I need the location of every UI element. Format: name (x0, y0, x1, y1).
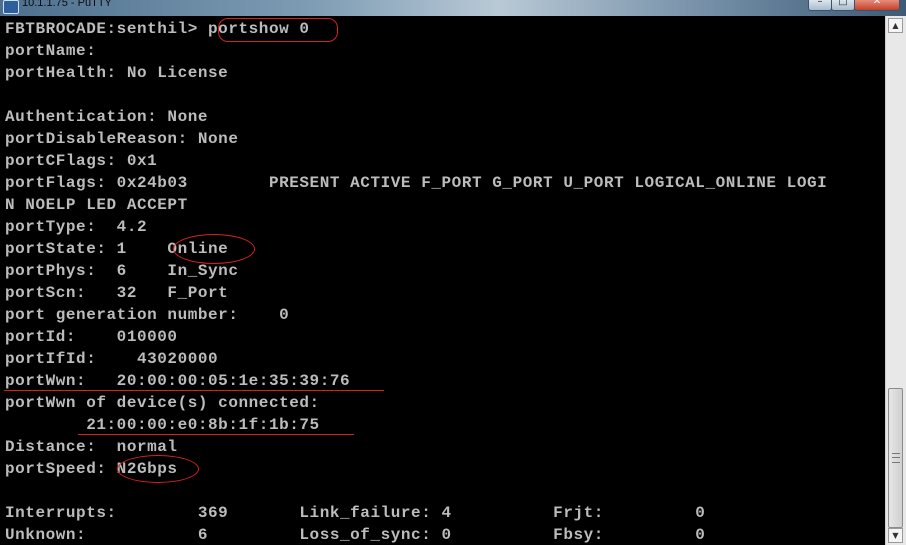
terminal-line: portFlags: 0x24b03 PRESENT ACTIVE F_PORT… (5, 174, 828, 192)
port-wwn-underline (4, 390, 384, 391)
minimize-icon: – (817, 0, 823, 7)
terminal-line: portDisableReason: None (5, 130, 239, 148)
terminal-line: portIfId: 43020000 (5, 350, 219, 368)
command-highlight-box (218, 18, 338, 42)
port-speed-highlight (117, 455, 199, 483)
terminal-line: N NOELP LED ACCEPT (5, 196, 188, 214)
scroll-up-arrow-icon[interactable]: ▲ (888, 18, 903, 33)
maximize-button[interactable]: □ (831, 0, 855, 11)
putty-icon[interactable] (3, 0, 19, 14)
terminal-line: portScn: 32 F_Port (5, 284, 229, 302)
window-title: 10.1.1.75 - PuTTY (22, 0, 112, 9)
terminal-line: portHealth: No License (5, 64, 229, 82)
scrollbar-thumb[interactable] (888, 388, 903, 528)
terminal-line: port generation number: 0 (5, 306, 290, 324)
window-titlebar[interactable]: 10.1.1.75 - PuTTY – □ ✕ (0, 0, 906, 16)
terminal-line: 21:00:00:e0:8b:1f:1b:75 (5, 416, 320, 434)
minimize-button[interactable]: – (808, 0, 832, 11)
online-state-highlight (173, 234, 255, 264)
scrollbar-grip-icon (892, 453, 900, 463)
terminal-line: portName: (5, 42, 97, 60)
device-wwn-underline (78, 434, 354, 435)
terminal-line: Authentication: None (5, 108, 209, 126)
vertical-scrollbar[interactable]: ▲ ▼ (885, 16, 906, 545)
terminal-line: portWwn of device(s) connected: (5, 394, 320, 412)
terminal-line: portWwn: 20:00:00:05:1e:35:39:76 (5, 372, 351, 390)
terminal-line: portCFlags: 0x1 (5, 152, 158, 170)
terminal-line: portId: 010000 (5, 328, 178, 346)
terminal-line: portType: 4.2 (5, 218, 148, 236)
maximize-icon: □ (838, 0, 848, 7)
close-icon: ✕ (872, 0, 882, 7)
terminal-line: Unknown: 6 Loss_of_sync: 0 Fbsy: 0 (5, 526, 706, 544)
close-button[interactable]: ✕ (854, 0, 900, 11)
scroll-down-arrow-icon[interactable]: ▼ (888, 528, 903, 543)
terminal-line: Interrupts: 369 Link_failure: 4 Frjt: 0 (5, 504, 706, 522)
